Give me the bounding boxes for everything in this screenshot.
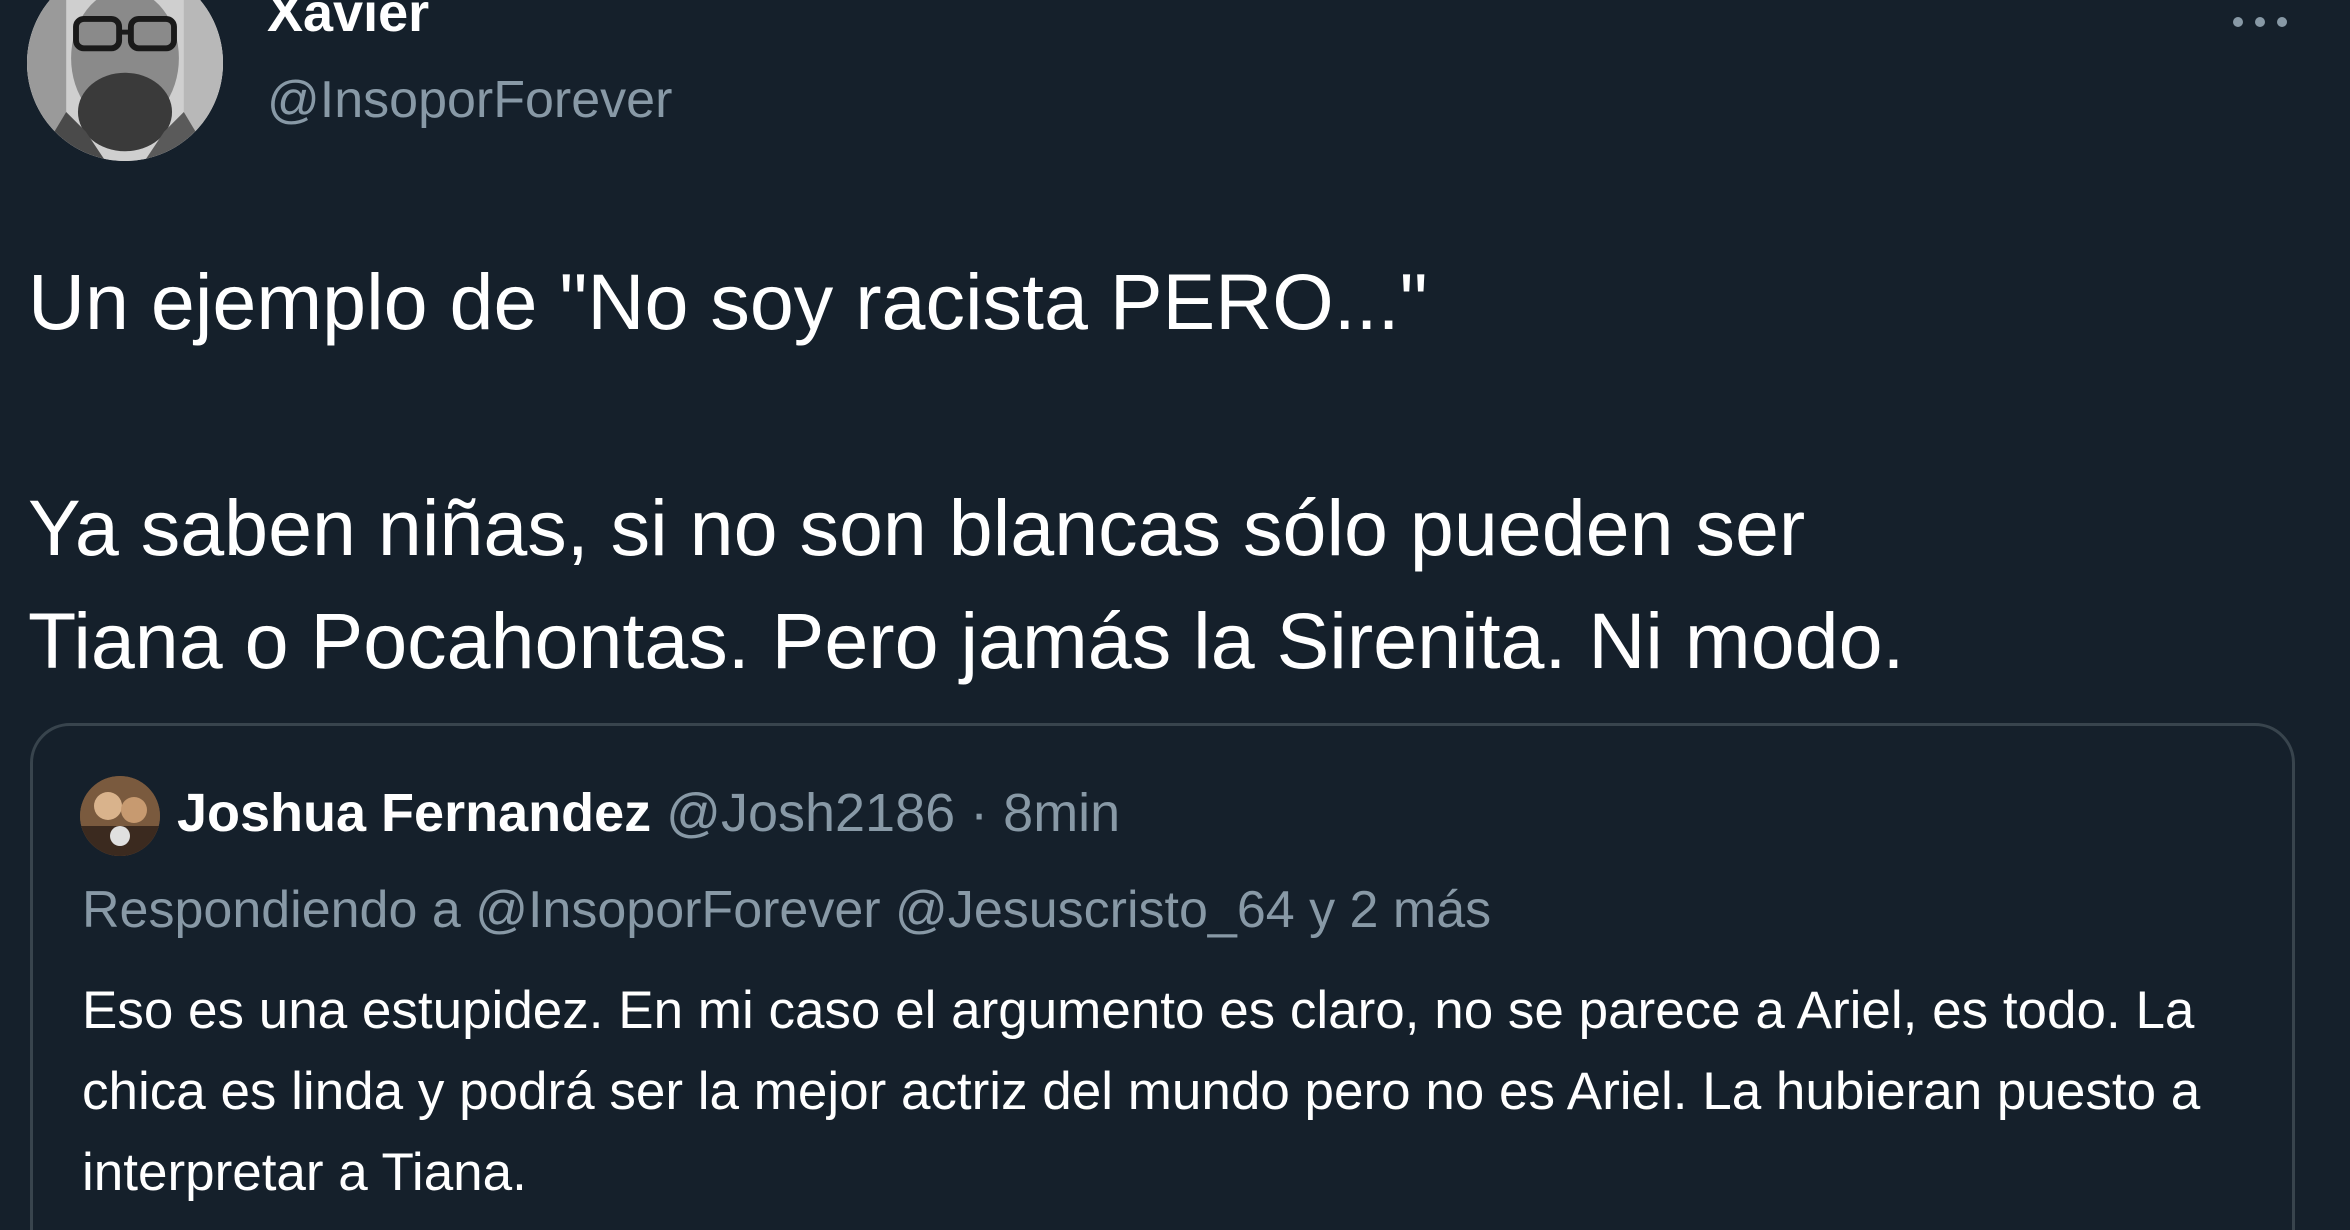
- quoted-replying-to: Respondiendo a @InsoporForever @Jesuscri…: [82, 881, 1492, 939]
- tweet-text-line-2: Ya saben niñas, si no son blancas sólo p…: [28, 483, 1905, 685]
- tweet-text: Un ejemplo de "No soy racista PERO..." Y…: [28, 245, 2288, 697]
- author-avatar[interactable]: [27, 0, 223, 161]
- tweet: Xavier @InsoporForever Un ejemplo de "No…: [0, 0, 2350, 1230]
- tweet-text-gap: [28, 358, 2288, 471]
- author-handle[interactable]: @InsoporForever: [267, 74, 672, 126]
- quoted-author-handle[interactable]: @Josh2186: [666, 783, 955, 843]
- tweet-text-line-1: Un ejemplo de "No soy racista PERO...": [28, 257, 1428, 346]
- author-avatar-image: [27, 0, 223, 161]
- quoted-tweet-header: Joshua Fernandez @Josh2186 · 8min: [177, 786, 1120, 840]
- quoted-author-avatar-image: [80, 776, 160, 856]
- author-display-name[interactable]: Xavier: [267, 0, 429, 40]
- quoted-tweet-time[interactable]: 8min: [1003, 783, 1120, 843]
- quoted-author-avatar[interactable]: [80, 776, 160, 856]
- quoted-meta-separator: ·: [970, 783, 989, 843]
- quoted-tweet-text: Eso es una estupidez. En mi caso el argu…: [82, 981, 2201, 1202]
- quoted-author-display-name[interactable]: Joshua Fernandez: [177, 783, 651, 843]
- more-horizontal-icon[interactable]: [2228, 10, 2292, 34]
